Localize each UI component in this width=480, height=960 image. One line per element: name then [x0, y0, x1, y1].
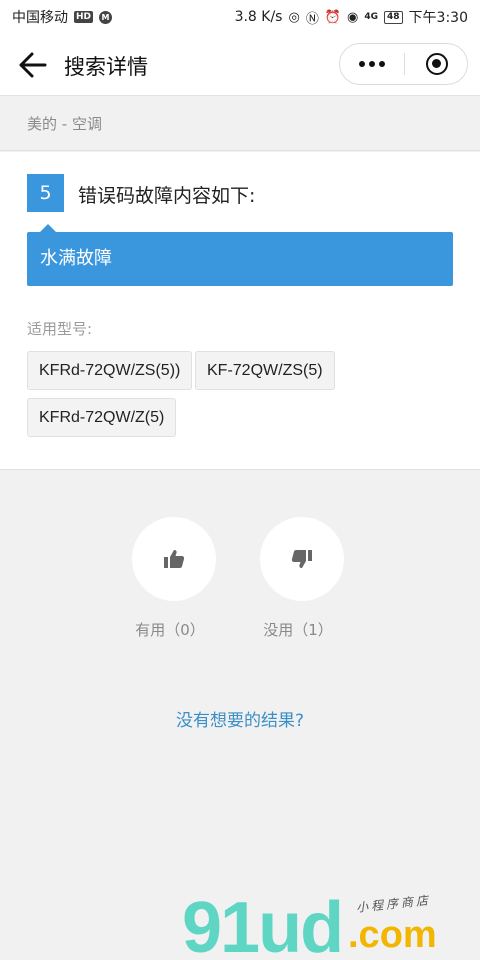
watermark-subtitle: 小程序商店	[355, 893, 432, 915]
back-button[interactable]	[18, 51, 48, 79]
target-circle-icon	[425, 53, 448, 75]
model-tag[interactable]: KFRd-72QW/ZS(5))	[27, 351, 193, 390]
status-right: 3.8 K/s ◎ Ⓝ ⏰ ◉ 4G 48 下午3:30	[235, 7, 468, 27]
applicable-models-label: 适用型号:	[27, 320, 93, 338]
useless-label: 没用（1）	[263, 621, 333, 639]
alarm-icon: ⏰	[324, 9, 342, 25]
fault-description: 水满故障	[27, 224, 453, 286]
status-bar: 中国移动 HD M 3.8 K/s ◎ Ⓝ ⏰ ◉ 4G 48 下午3:30	[0, 0, 480, 34]
model-tag[interactable]: KF-72QW/ZS(5)	[195, 351, 335, 390]
useful-button[interactable]	[132, 517, 216, 601]
back-arrow-icon	[19, 52, 47, 78]
error-code-badge: 5	[27, 174, 64, 212]
mini-program-capsule	[339, 43, 468, 85]
useless-button[interactable]	[260, 517, 344, 601]
page-title: 搜索详情	[64, 55, 148, 79]
battery-icon: 48	[384, 10, 403, 24]
error-code-heading: 错误码故障内容如下:	[78, 185, 256, 207]
nav-bar: 搜索详情	[0, 34, 480, 96]
useful-label: 有用（0）	[135, 621, 205, 639]
network-speed: 3.8 K/s	[234, 9, 283, 25]
thumbs-down-icon	[291, 550, 312, 568]
nfc-icon: Ⓝ	[305, 11, 319, 27]
close-mini-program-button[interactable]	[405, 44, 468, 84]
model-tag[interactable]: KFRd-72QW/Z(5)	[27, 398, 177, 437]
clock: 下午3:30	[408, 10, 468, 26]
thumbs-up-icon	[164, 550, 185, 568]
breadcrumb: 美的 - 空调	[0, 97, 480, 151]
eye-icon: ◉	[347, 9, 359, 25]
hd-badge: HD	[74, 11, 94, 23]
no-result-link[interactable]: 没有想要的结果?	[0, 706, 480, 731]
hotspot-icon: ◎	[288, 9, 300, 25]
status-left: 中国移动 HD M	[12, 7, 113, 27]
watermark-suffix: .com	[348, 914, 437, 956]
more-button[interactable]	[340, 44, 404, 84]
carrier-name: 中国移动	[12, 10, 68, 26]
fault-detail-card: 5 错误码故障内容如下: 水满故障 适用型号: KFRd-72QW/ZS(5))…	[0, 152, 480, 470]
notification-icon: M	[99, 10, 113, 24]
more-dots-icon	[357, 61, 387, 67]
watermark-logo: 91ud	[182, 888, 344, 960]
signal-icon: 4G	[364, 12, 379, 22]
